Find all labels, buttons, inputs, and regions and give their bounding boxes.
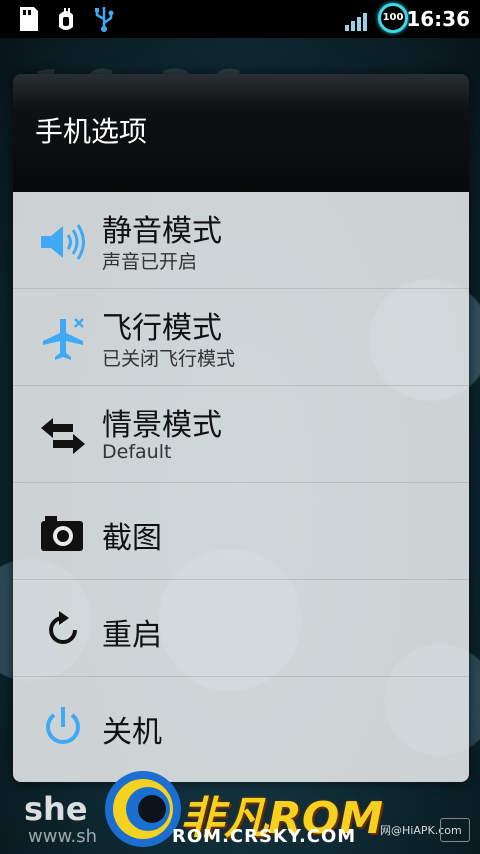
profile-swap-icon (41, 418, 85, 454)
dialog-header: 手机选项 (13, 74, 469, 192)
phone-options-dialog: 手机选项 静音模式 声音已开启 飞行模式 已关闭飞行模式 情景模式 Defaul… (13, 74, 469, 782)
watermark: she www.sh 非凡ROM ROM.CRSKY.COM 网@HiAPK.c… (0, 762, 480, 854)
status-time: 16:36 (406, 7, 470, 31)
option-sublabel: 已关闭飞行模式 (102, 348, 236, 370)
option-label: 情景模式 (102, 408, 222, 443)
option-power-off[interactable]: 关机 (13, 677, 469, 774)
status-bar: 100 16:36 (0, 0, 480, 38)
signal-icon (345, 13, 367, 31)
option-label: 截图 (102, 521, 162, 556)
power-icon (46, 707, 80, 744)
watermark-shell-url: www.sh (28, 826, 98, 847)
usb-debug-icon (59, 8, 73, 30)
watermark-shell-text: she (24, 790, 88, 828)
option-reboot[interactable]: 重启 (13, 580, 469, 677)
option-label: 重启 (102, 618, 162, 653)
airplane-icon (43, 318, 84, 360)
option-profile-mode[interactable]: 情景模式 Default (13, 386, 469, 483)
sd-card-icon (20, 7, 38, 31)
option-label: 静音模式 (102, 214, 222, 249)
camera-icon (41, 516, 83, 551)
option-sublabel: Default (102, 441, 172, 463)
reboot-icon (49, 611, 77, 644)
watermark-url: ROM.CRSKY.COM (172, 826, 357, 847)
option-label: 关机 (102, 715, 162, 750)
usb-icon (95, 7, 114, 32)
option-sublabel: 声音已开启 (102, 251, 198, 273)
option-screenshot[interactable]: 截图 (13, 483, 469, 580)
option-silent-mode[interactable]: 静音模式 声音已开启 (13, 192, 469, 289)
options-list: 静音模式 声音已开启 飞行模式 已关闭飞行模式 情景模式 Default 截图 … (13, 192, 469, 782)
watermark-box (440, 818, 470, 842)
dialog-title: 手机选项 (35, 115, 148, 148)
option-airplane-mode[interactable]: 飞行模式 已关闭飞行模式 (13, 289, 469, 386)
option-label: 飞行模式 (102, 311, 222, 346)
volume-icon (41, 224, 85, 260)
battery-indicator: 100 (378, 3, 408, 33)
